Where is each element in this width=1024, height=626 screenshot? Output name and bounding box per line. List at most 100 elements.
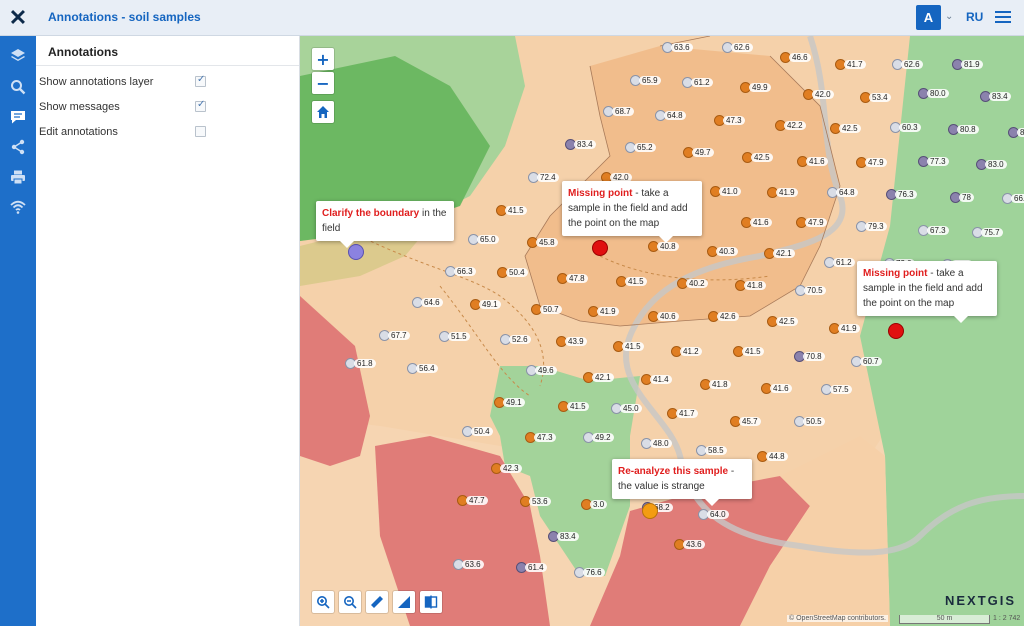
sample-point[interactable]: 41.5 bbox=[558, 401, 589, 413]
sample-point[interactable]: 45.0 bbox=[611, 403, 642, 415]
sample-point[interactable]: 70.5 bbox=[795, 285, 826, 297]
sample-point[interactable]: 86 bbox=[1008, 127, 1024, 139]
sample-point[interactable]: 57.5 bbox=[821, 384, 852, 396]
sample-point[interactable]: 41.5 bbox=[613, 341, 644, 353]
annotations-icon[interactable] bbox=[8, 107, 28, 127]
sample-point[interactable]: 65.9 bbox=[630, 75, 661, 87]
menu-icon[interactable] bbox=[995, 11, 1011, 25]
sample-point[interactable]: 42.3 bbox=[491, 463, 522, 475]
sample-point[interactable]: 65.2 bbox=[625, 142, 656, 154]
annotation-popup-2[interactable]: Missing point - take a sample in the fie… bbox=[562, 181, 702, 243]
sample-point[interactable]: 41.2 bbox=[671, 346, 702, 358]
sample-point[interactable]: 63.6 bbox=[662, 42, 693, 54]
share-icon[interactable] bbox=[8, 137, 28, 157]
sample-point[interactable]: 41.7 bbox=[667, 408, 698, 420]
sample-point[interactable]: 83.0 bbox=[976, 159, 1007, 171]
sample-point[interactable]: 66.6 bbox=[1002, 193, 1024, 205]
show-layer-checkbox[interactable] bbox=[195, 74, 206, 87]
compare-icon[interactable] bbox=[420, 591, 442, 613]
sample-point[interactable]: 42.5 bbox=[767, 316, 798, 328]
sample-point[interactable]: 41.6 bbox=[741, 217, 772, 229]
sample-point[interactable]: 61.4 bbox=[516, 562, 547, 574]
sample-point[interactable]: 41.7 bbox=[835, 59, 866, 71]
sample-point[interactable]: 42.5 bbox=[830, 123, 861, 135]
sample-point[interactable]: 42.1 bbox=[583, 372, 614, 384]
sample-point[interactable]: 53.4 bbox=[860, 92, 891, 104]
sample-point[interactable]: 42.6 bbox=[708, 311, 739, 323]
sample-point[interactable]: 83.4 bbox=[565, 139, 596, 151]
sample-point[interactable]: 76.3 bbox=[886, 189, 917, 201]
annotation-marker-4[interactable] bbox=[642, 503, 658, 519]
sample-point[interactable]: 83.4 bbox=[548, 531, 579, 543]
sample-point[interactable]: 61.8 bbox=[345, 358, 376, 370]
sample-point[interactable]: 65.0 bbox=[468, 234, 499, 246]
show-messages-checkbox[interactable] bbox=[195, 99, 206, 112]
sample-point[interactable]: 50.5 bbox=[794, 416, 825, 428]
sample-point[interactable]: 43.9 bbox=[556, 336, 587, 348]
map-attribution[interactable]: © OpenStreetMap contributors. bbox=[787, 615, 888, 622]
sample-point[interactable]: 64.8 bbox=[655, 110, 686, 122]
sample-point[interactable]: 58.5 bbox=[696, 445, 727, 457]
sample-point[interactable]: 72.4 bbox=[528, 172, 559, 184]
home-icon[interactable] bbox=[312, 101, 334, 123]
sample-point[interactable]: 50.7 bbox=[531, 304, 562, 316]
sample-point[interactable]: 41.4 bbox=[641, 374, 672, 386]
sample-point[interactable]: 41.6 bbox=[797, 156, 828, 168]
sample-point[interactable]: 41.9 bbox=[767, 187, 798, 199]
sample-point[interactable]: 62.6 bbox=[892, 59, 923, 71]
sample-point[interactable]: 44.8 bbox=[757, 451, 788, 463]
sample-point[interactable]: 3.0 bbox=[581, 499, 608, 511]
sample-point[interactable]: 42.0 bbox=[803, 89, 834, 101]
sample-point[interactable]: 68.7 bbox=[603, 106, 634, 118]
layers-icon[interactable] bbox=[8, 46, 28, 66]
sample-point[interactable]: 47.3 bbox=[525, 432, 556, 444]
sample-point[interactable]: 47.3 bbox=[714, 115, 745, 127]
sample-point[interactable]: 52.6 bbox=[500, 334, 531, 346]
sample-point[interactable]: 60.7 bbox=[851, 356, 882, 368]
sample-point[interactable]: 56.4 bbox=[407, 363, 438, 375]
sample-point[interactable]: 41.9 bbox=[829, 323, 860, 335]
sample-point[interactable]: 80.8 bbox=[948, 124, 979, 136]
sample-point[interactable]: 47.7 bbox=[457, 495, 488, 507]
search-icon[interactable] bbox=[8, 77, 28, 97]
sample-point[interactable]: 47.8 bbox=[557, 273, 588, 285]
sample-point[interactable]: 41.5 bbox=[733, 346, 764, 358]
sample-point[interactable]: 60.3 bbox=[890, 122, 921, 134]
sample-point[interactable]: 67.7 bbox=[379, 330, 410, 342]
sample-point[interactable]: 50.4 bbox=[497, 267, 528, 279]
sample-point[interactable]: 63.6 bbox=[453, 559, 484, 571]
sample-point[interactable]: 66.3 bbox=[445, 266, 476, 278]
sample-point[interactable]: 67.3 bbox=[918, 225, 949, 237]
sample-point[interactable]: 64.0 bbox=[698, 509, 729, 521]
sample-point[interactable]: 48.0 bbox=[641, 438, 672, 450]
sample-point[interactable]: 77.3 bbox=[918, 156, 949, 168]
annotation-popup-3[interactable]: Missing point - take a sample in the fie… bbox=[857, 261, 997, 323]
sample-point[interactable]: 78 bbox=[950, 192, 974, 204]
ruler-icon[interactable] bbox=[366, 591, 388, 613]
sample-point[interactable]: 49.1 bbox=[470, 299, 501, 311]
sample-point[interactable]: 40.6 bbox=[648, 311, 679, 323]
zoom-in-button[interactable]: + bbox=[312, 48, 334, 70]
sample-point[interactable]: 45.8 bbox=[527, 237, 558, 249]
sample-point[interactable]: 80.0 bbox=[918, 88, 949, 100]
sample-point[interactable]: 49.2 bbox=[583, 432, 614, 444]
sample-point[interactable]: 62.6 bbox=[722, 42, 753, 54]
zoom-in-tool-icon[interactable] bbox=[312, 591, 334, 613]
sample-point[interactable]: 64.8 bbox=[827, 187, 858, 199]
sample-point[interactable]: 50.4 bbox=[462, 426, 493, 438]
sample-point[interactable]: 53.6 bbox=[520, 496, 551, 508]
language-switch[interactable]: RU bbox=[966, 10, 983, 24]
map-view[interactable]: + − 63.6 62.6 46.6 41.7 62.6 81.9 65.9 61.2 49.9… bbox=[300, 36, 1024, 626]
annotation-marker-2[interactable] bbox=[592, 240, 608, 256]
sample-point[interactable]: 40.3 bbox=[707, 246, 738, 258]
sample-point[interactable]: 49.9 bbox=[740, 82, 771, 94]
sample-point[interactable]: 75.7 bbox=[972, 227, 1003, 239]
annotation-popup-4[interactable]: Re-analyze this sample - the value is st… bbox=[612, 459, 752, 506]
zoom-out-button[interactable]: − bbox=[312, 72, 334, 94]
sample-point[interactable]: 49.6 bbox=[526, 365, 557, 377]
sample-point[interactable]: 41.5 bbox=[616, 276, 647, 288]
sample-point[interactable]: 42.2 bbox=[775, 120, 806, 132]
annotation-popup-1[interactable]: Clarify the boundary in the field bbox=[316, 201, 454, 248]
sample-point[interactable]: 40.8 bbox=[648, 241, 679, 253]
sample-point[interactable]: 43.6 bbox=[674, 539, 705, 551]
